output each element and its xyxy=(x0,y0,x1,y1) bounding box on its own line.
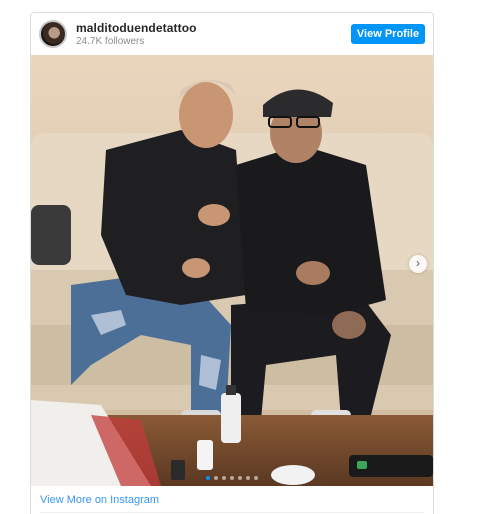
carousel-dot-4 xyxy=(230,476,234,480)
carousel-dot-1 xyxy=(206,476,210,480)
next-slide-button[interactable]: › xyxy=(409,255,427,273)
carousel-dot-6 xyxy=(246,476,250,480)
photo-illustration xyxy=(31,55,433,486)
profile-avatar[interactable] xyxy=(39,20,67,48)
post-footer: View More on Instagram xyxy=(31,486,433,514)
chevron-right-icon: › xyxy=(416,256,420,270)
post-photo[interactable]: › xyxy=(31,55,433,486)
carousel-dot-5 xyxy=(238,476,242,480)
follower-count: 24.7K followers xyxy=(76,36,145,47)
instagram-embed-card: malditoduendetattoo 24.7K followers View… xyxy=(30,12,434,514)
divider xyxy=(39,512,425,513)
username[interactable]: malditoduendetattoo xyxy=(76,21,197,35)
post-header: malditoduendetattoo 24.7K followers View… xyxy=(31,13,433,55)
carousel-dot-7 xyxy=(254,476,258,480)
carousel-dot-2 xyxy=(214,476,218,480)
carousel-dot-3 xyxy=(222,476,226,480)
view-profile-button[interactable]: View Profile xyxy=(351,24,425,44)
view-more-link[interactable]: View More on Instagram xyxy=(40,494,159,506)
carousel-indicator xyxy=(31,476,433,480)
